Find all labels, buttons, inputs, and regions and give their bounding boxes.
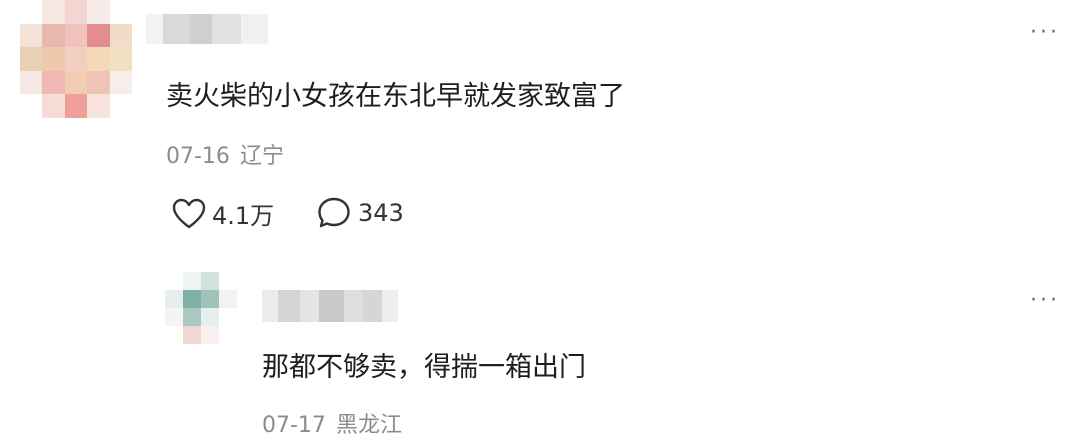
reply-username-pixelated[interactable]: [262, 290, 398, 322]
reply-avatar[interactable]: [165, 272, 237, 344]
reply-location: 黑龙江: [335, 413, 402, 438]
reply-button[interactable]: 343: [316, 196, 404, 230]
comment-location: 辽宁: [239, 144, 284, 169]
reply-more-options-icon[interactable]: ···: [1030, 290, 1060, 312]
comment-bubble-icon: [318, 197, 350, 228]
like-button[interactable]: 4.1万: [172, 196, 274, 231]
avatar[interactable]: [20, 0, 132, 118]
reply-text: 那都不够卖，得揣一箱出门: [262, 352, 586, 383]
comment-text: 卖火柴的小女孩在东北早就发家致富了: [166, 81, 625, 112]
more-options-icon[interactable]: ···: [1030, 22, 1060, 44]
like-count: 4.1万: [212, 202, 275, 230]
reply-meta: 07-17 黑龙江: [262, 407, 402, 439]
username-pixelated[interactable]: [146, 14, 268, 44]
comment-meta: 07-16 辽宁: [166, 138, 284, 170]
heart-icon: [172, 198, 206, 228]
comment-date: 07-16: [166, 144, 230, 169]
reply-count: 343: [358, 199, 404, 227]
reply-date: 07-17: [262, 413, 326, 438]
